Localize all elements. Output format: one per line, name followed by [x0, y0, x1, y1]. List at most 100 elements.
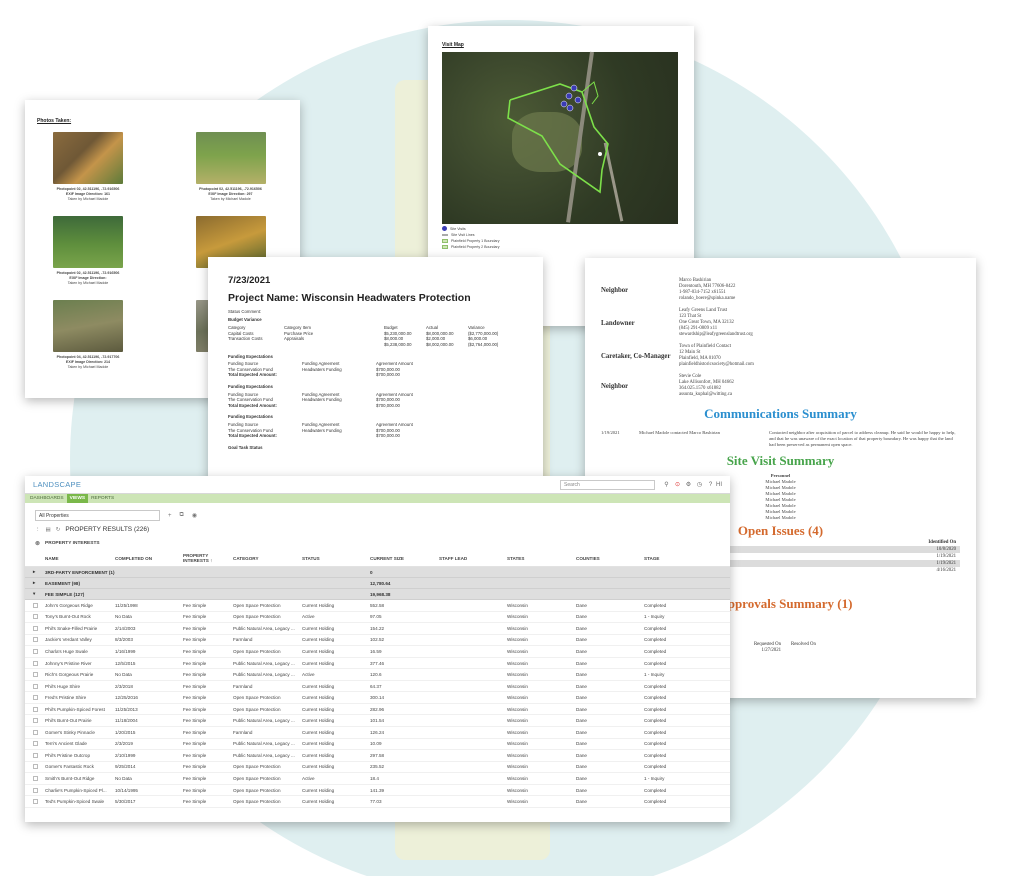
table-row[interactable]: Tony's Burnt-Out Rock No Data Fee Simple Op…	[25, 612, 730, 624]
row-checkbox[interactable]	[33, 764, 38, 770]
table-row[interactable]: Charlie's Pumpkin-Spiced Pl... 10/14/1995…	[25, 785, 730, 797]
row-checkbox[interactable]	[33, 799, 38, 805]
tab-views[interactable]: VIEWS	[66, 494, 89, 503]
table-row[interactable]: Jackie's Verdant Valley 8/3/2003 Fee Simpl…	[25, 635, 730, 647]
table-row[interactable]: Gomer's Stinky Pinnacle 1/20/2015 Fee Simp…	[25, 727, 730, 739]
legend-item: Plainfield Property 1 Boundary	[442, 239, 680, 243]
more-icon[interactable]: ⋮	[35, 527, 41, 533]
column-header-staff[interactable]: STAFF LEAD	[439, 556, 507, 561]
alert-icon[interactable]: ⊙	[672, 481, 683, 488]
photo-woods	[53, 300, 123, 352]
top-bar: LANDSCAPE Search ⚲ ⊙ ⚙ ◷ ? HI	[25, 476, 730, 494]
photo-caption-point: Photopoint 02, 42.511196, -72.916506	[56, 187, 120, 191]
tab-dashboards[interactable]: DASHBOARDS	[27, 494, 67, 503]
table-row[interactable]: Smith's Burnt-Out Ridge No Data Fee Simple…	[25, 773, 730, 785]
photo-caption-direction: EXIF Image Direction: 161	[65, 192, 111, 196]
legend-item: Site Visit Lines	[442, 233, 680, 237]
table-row[interactable]: Phil's Burnt-Out Prairie 11/18/2004 Fee Si…	[25, 715, 730, 728]
column-header-completed[interactable]: COMPLETED ON	[115, 556, 183, 561]
contact-entry: Landowner Leafy Greens Land Trust 123 Th…	[601, 308, 753, 337]
column-header-status[interactable]: STATUS	[302, 556, 370, 561]
table-row[interactable]: Phil's Pumpkin-Spiced Forest 11/25/2013 Fe…	[25, 704, 730, 716]
expand-icon[interactable]: ▸	[33, 580, 45, 586]
status-comment: Status Comment:	[228, 309, 262, 314]
expand-icon[interactable]: ▾	[33, 591, 45, 597]
table-row[interactable]: Fred's Pristine Shire 12/25/2016 Fee Simpl…	[25, 692, 730, 704]
table-cell: Wisconsin	[507, 695, 528, 701]
table-cell: Active	[302, 775, 315, 781]
table-row[interactable]: Phil's Snake-Filled Prairie 2/14/2003 Fee …	[25, 623, 730, 635]
column-header-interests[interactable]: PROPERTY INTERESTS ↑	[183, 553, 233, 563]
row-checkbox[interactable]	[33, 741, 38, 747]
row-checkbox[interactable]	[33, 602, 38, 608]
row-checkbox[interactable]	[33, 648, 38, 654]
table-cell: Wisconsin	[507, 752, 528, 758]
table-row[interactable]: Gomer's Fantastic Rock 9/25/2014 Fee Simpl…	[25, 762, 730, 774]
view-select[interactable]: All Properties	[35, 510, 160, 521]
row-checkbox[interactable]	[33, 614, 38, 620]
table-row[interactable]: Terri's Ancient Glade 2/3/2019 Fee Simple P…	[25, 739, 730, 751]
row-checkbox[interactable]	[33, 718, 38, 724]
row-checkbox[interactable]	[33, 625, 38, 631]
table-cell: No Data	[115, 775, 132, 781]
row-checkbox[interactable]	[33, 729, 38, 735]
app-logo[interactable]: LANDSCAPE	[33, 480, 81, 489]
row-checkbox[interactable]	[33, 637, 38, 643]
copy-icon[interactable]: ⧉	[180, 512, 184, 519]
photo-caption-direction: EXIF Image Direction: 297	[208, 192, 253, 196]
table-cell: Open Space Protection	[233, 775, 281, 781]
table-row[interactable]: Phil's Huge Shire 2/3/2018 Fee Simple Farml…	[25, 681, 730, 693]
view-icon[interactable]: ◉	[192, 512, 197, 519]
photo-caption-author: Taken by Michael Madole	[210, 197, 251, 201]
column-header-size[interactable]: CURRENT SIZE	[370, 556, 439, 561]
group-icon[interactable]: ⊛	[35, 540, 40, 547]
project-date: 7/23/2021	[228, 275, 271, 286]
table-cell: Johnny's Pristine River	[45, 660, 92, 666]
table-cell: Completed	[644, 729, 667, 735]
expand-icon[interactable]: ▸	[33, 569, 45, 575]
group-row[interactable]: ▸ EASEMENT (98) 12,780.64	[25, 578, 730, 589]
column-header-category[interactable]: CATEGORY	[233, 556, 302, 561]
map-legend: Site Visits Site Visit Lines Plainfield …	[442, 226, 680, 249]
group-row[interactable]: ▸ 3RD-PARTY ENFORCEMENT (1) 0	[25, 567, 730, 578]
table-cell: John's Gorgeous Ridge	[45, 602, 93, 608]
legend-item: Plainfield Property 2 Boundary	[442, 245, 680, 249]
user-menu[interactable]: HI	[716, 482, 722, 488]
column-header-states[interactable]: STATES	[507, 556, 576, 561]
table-cell: Fred's Pristine Shire	[45, 695, 87, 701]
table-cell: Fee Simple	[183, 729, 207, 735]
clock-icon[interactable]: ◷	[694, 481, 705, 488]
table-row[interactable]: Johnny's Pristine River 12/5/2015 Fee Simp…	[25, 658, 730, 670]
row-checkbox[interactable]	[33, 695, 38, 701]
column-header-counties[interactable]: COUNTIES	[576, 556, 644, 561]
table-cell: Dane	[576, 637, 587, 643]
row-checkbox[interactable]	[33, 775, 38, 781]
help-icon[interactable]: ?	[705, 482, 716, 488]
table-cell: Wisconsin	[507, 660, 528, 666]
table-cell: Fee Simple	[183, 614, 207, 620]
row-checkbox[interactable]	[33, 660, 38, 666]
settings-icon[interactable]: ⚙	[683, 481, 694, 488]
row-checkbox[interactable]	[33, 706, 38, 712]
table-icon[interactable]: ▤	[46, 527, 51, 533]
table-cell: Fee Simple	[183, 775, 207, 781]
row-checkbox[interactable]	[33, 683, 38, 689]
table-row[interactable]: Charla's Huge Swale 1/16/1999 Fee Simple Op…	[25, 646, 730, 658]
add-icon[interactable]: +	[168, 513, 172, 519]
tab-reports[interactable]: REPORTS	[88, 494, 117, 503]
table-row[interactable]: Phil's Pristine Outcrop 2/10/1999 Fee Simp…	[25, 750, 730, 762]
table-row[interactable]: John's Gorgeous Ridge 11/25/1998 Fee Simpl…	[25, 600, 730, 612]
column-header-stage[interactable]: STAGE	[644, 556, 710, 561]
table-cell: Fee Simple	[183, 648, 207, 654]
table-row[interactable]: Ted's Pumpkin-Spiced Swale 5/30/2017 Fee S…	[25, 796, 730, 808]
sort-arrow-icon[interactable]: ↑	[210, 558, 212, 563]
row-checkbox[interactable]	[33, 752, 38, 758]
group-row[interactable]: ▾ FEE SIMPLE (127) 19,968.38	[25, 589, 730, 600]
table-row[interactable]: Rich's Gorgeous Prairie No Data Fee Simple…	[25, 669, 730, 681]
row-checkbox[interactable]	[33, 787, 38, 793]
refresh-icon[interactable]: ↻	[56, 527, 61, 533]
search-input[interactable]: Search	[560, 479, 655, 490]
search-icon[interactable]: ⚲	[661, 481, 672, 488]
column-header-name[interactable]: NAME	[45, 556, 115, 561]
row-checkbox[interactable]	[33, 672, 38, 678]
